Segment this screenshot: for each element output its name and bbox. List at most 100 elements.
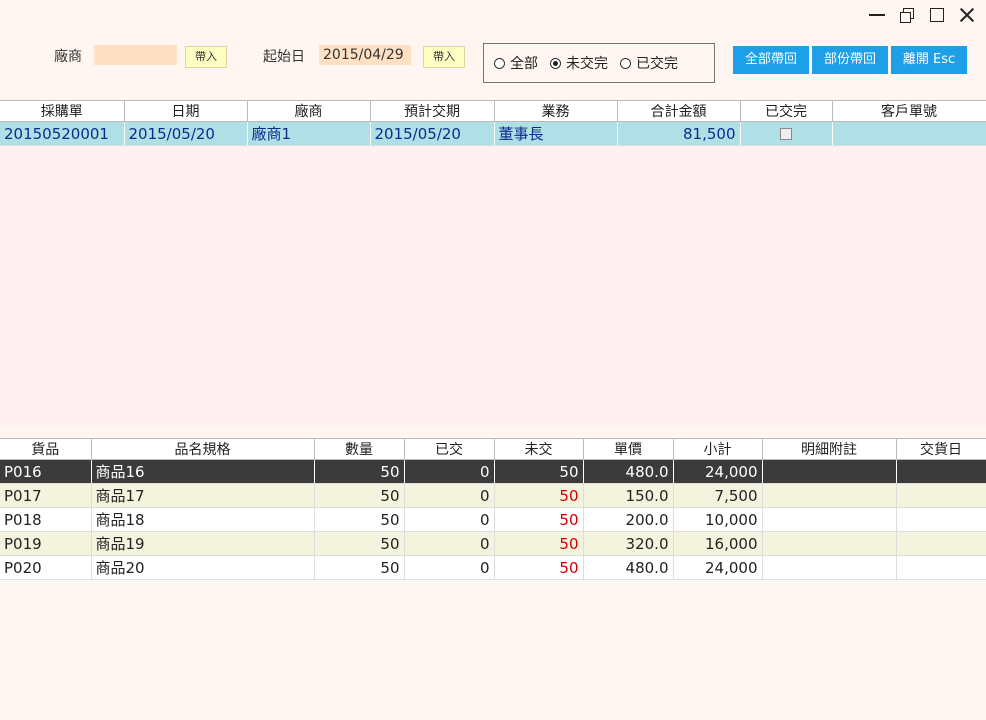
col-price[interactable]: 單價: [583, 438, 674, 460]
detail-table: 貨品 品名規格 數量 已交 未交 單價 小計 明細附註 交貨日 P016 商品1…: [0, 438, 986, 580]
name-cell: 商品20: [91, 555, 315, 580]
table-row[interactable]: P017 商品17 50 0 50 150.0 7,500: [0, 483, 986, 508]
col-note[interactable]: 明細附註: [762, 438, 897, 460]
restore-button[interactable]: [894, 4, 920, 26]
col-delivered[interactable]: 已交: [404, 438, 495, 460]
note-cell[interactable]: [762, 459, 897, 484]
vendor-input[interactable]: [94, 45, 177, 65]
table-row[interactable]: P019 商品19 50 0 50 320.0 16,000: [0, 531, 986, 556]
close-button[interactable]: [954, 4, 980, 26]
status-option-label: 未交完: [566, 56, 608, 72]
col-sales[interactable]: 業務: [494, 100, 618, 122]
table-row[interactable]: P016 商品16 50 0 50 480.0 24,000: [0, 459, 986, 484]
note-cell[interactable]: [762, 483, 897, 508]
delivery-cell[interactable]: [896, 483, 986, 508]
delivery-cell[interactable]: [896, 459, 986, 484]
delivered-cell: 0: [404, 531, 495, 556]
subtotal-cell: 24,000: [673, 555, 763, 580]
maximize-icon: [930, 8, 944, 22]
delivered-cell: 0: [404, 555, 495, 580]
minimize-icon: [869, 14, 885, 16]
return-partial-button[interactable]: 部份帶回: [812, 46, 888, 74]
due-cell: 2015/05/20: [370, 121, 495, 146]
client-no-cell: [832, 121, 986, 146]
delivery-cell[interactable]: [896, 507, 986, 532]
name-cell: 商品16: [91, 459, 315, 484]
start-date-input[interactable]: 2015/04/29: [319, 45, 411, 65]
col-vendor[interactable]: 廠商: [247, 100, 371, 122]
qty-cell[interactable]: 50: [314, 555, 405, 580]
pending-cell: 50: [494, 459, 584, 484]
qty-cell[interactable]: 50: [314, 531, 405, 556]
col-total[interactable]: 合計金額: [617, 100, 741, 122]
name-cell: 商品19: [91, 531, 315, 556]
vendor-label: 廠商: [54, 49, 82, 65]
table-row[interactable]: 20150520001 2015/05/20 廠商1 2015/05/20 董事…: [0, 121, 986, 146]
date-cell: 2015/05/20: [124, 121, 248, 146]
completed-cell: [740, 121, 833, 146]
col-client-no[interactable]: 客戶單號: [832, 100, 986, 122]
table-row[interactable]: P020 商品20 50 0 50 480.0 24,000: [0, 555, 986, 580]
name-cell: 商品17: [91, 483, 315, 508]
pending-cell: 50: [494, 507, 584, 532]
status-option-label: 全部: [510, 56, 538, 72]
pending-cell: 50: [494, 531, 584, 556]
maximize-button[interactable]: [924, 4, 950, 26]
qty-cell[interactable]: 50: [314, 507, 405, 532]
delivered-cell: 0: [404, 459, 495, 484]
table-row[interactable]: P018 商品18 50 0 50 200.0 10,000: [0, 507, 986, 532]
restore-icon: [900, 8, 914, 23]
total-cell: 81,500: [617, 121, 741, 146]
detail-header-row: 貨品 品名規格 數量 已交 未交 單價 小計 明細附註 交貨日: [0, 438, 986, 460]
col-due-date[interactable]: 預計交期: [370, 100, 495, 122]
vendor-import-button[interactable]: 帶入: [185, 46, 227, 68]
col-subtotal[interactable]: 小計: [673, 438, 763, 460]
vendor-cell: 廠商1: [247, 121, 371, 146]
note-cell[interactable]: [762, 555, 897, 580]
col-delivery-date[interactable]: 交貨日: [896, 438, 986, 460]
order-grid: 採購單 日期 廠商 預計交期 業務 合計金額 已交完 客戶單號 20150520…: [0, 100, 986, 426]
col-name[interactable]: 品名規格: [91, 438, 315, 460]
subtotal-cell: 24,000: [673, 459, 763, 484]
note-cell[interactable]: [762, 531, 897, 556]
exit-button[interactable]: 離開 Esc: [891, 46, 967, 74]
status-option-pending[interactable]: 未交完: [550, 53, 608, 73]
order-table: 採購單 日期 廠商 預計交期 業務 合計金額 已交完 客戶單號 20150520…: [0, 100, 986, 146]
col-date[interactable]: 日期: [124, 100, 248, 122]
col-qty[interactable]: 數量: [314, 438, 405, 460]
start-date-label: 起始日: [263, 49, 305, 65]
status-filter-group: 全部 未交完 已交完: [483, 43, 715, 83]
return-all-button[interactable]: 全部帶回: [733, 46, 809, 74]
qty-cell[interactable]: 50: [314, 483, 405, 508]
radio-icon: [620, 57, 631, 69]
price-cell: 150.0: [583, 483, 674, 508]
qty-cell[interactable]: 50: [314, 459, 405, 484]
completed-checkbox[interactable]: [780, 128, 792, 140]
delivered-cell: 0: [404, 507, 495, 532]
delivery-cell[interactable]: [896, 555, 986, 580]
price-cell: 480.0: [583, 555, 674, 580]
status-option-all[interactable]: 全部: [494, 53, 538, 73]
price-cell: 320.0: [583, 531, 674, 556]
note-cell[interactable]: [762, 507, 897, 532]
code-cell: P019: [0, 531, 92, 556]
subtotal-cell: 7,500: [673, 483, 763, 508]
delivery-cell[interactable]: [896, 531, 986, 556]
status-option-completed[interactable]: 已交完: [620, 53, 678, 73]
order-header-row: 採購單 日期 廠商 預計交期 業務 合計金額 已交完 客戶單號: [0, 100, 986, 122]
start-date-import-button[interactable]: 帶入: [423, 46, 465, 68]
delivered-cell: 0: [404, 483, 495, 508]
radio-icon: [494, 57, 505, 69]
col-completed[interactable]: 已交完: [740, 100, 833, 122]
pending-cell: 50: [494, 555, 584, 580]
subtotal-cell: 10,000: [673, 507, 763, 532]
price-cell: 200.0: [583, 507, 674, 532]
col-po[interactable]: 採購單: [0, 100, 125, 122]
minimize-button[interactable]: [864, 4, 890, 26]
col-pending[interactable]: 未交: [494, 438, 584, 460]
pending-cell: 50: [494, 483, 584, 508]
col-code[interactable]: 貨品: [0, 438, 92, 460]
code-cell: P018: [0, 507, 92, 532]
code-cell: P017: [0, 483, 92, 508]
code-cell: P020: [0, 555, 92, 580]
